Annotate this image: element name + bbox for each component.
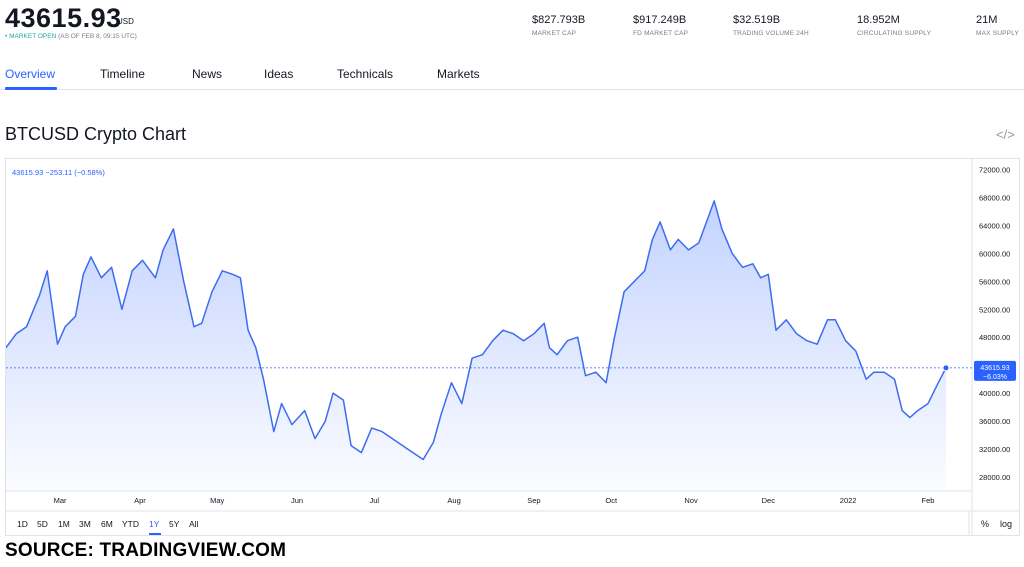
tab-timeline[interactable]: Timeline [100,67,145,81]
stat-label: FD MARKET CAP [633,30,689,37]
x-tick-label: Jun [291,496,303,505]
x-tick-label: Dec [762,496,776,505]
stat-value: $827.793B [532,14,586,26]
y-tick-label: 48000.00 [979,333,1010,342]
price-area-fill [6,200,946,491]
x-tick-label: Sep [527,496,540,505]
stat-label: MAX SUPPLY [976,30,1020,37]
stat-max-supply: 21M MAX SUPPLY [976,14,1019,37]
stat-label: MARKET CAP [532,30,577,37]
stat-fd-market-cap: $917.249B FD MARKET CAP [633,14,688,37]
y-tick-label: 68000.00 [979,193,1010,202]
last-price-dot [942,364,950,372]
symbol-header: 43615.93 USD • MARKET OPEN (AS OF FEB 8,… [0,0,1024,48]
as-of-label: (AS OF FEB 8, 09:15 UTC) [58,33,137,40]
tab-bar: Overview Timeline News Ideas Technicals … [0,60,1024,90]
range-3m[interactable]: 3M [79,519,91,529]
stat-value: $32.519B [733,14,781,26]
stat-label: TRADING VOLUME 24H [733,30,809,37]
x-tick-label: Jul [369,496,379,505]
y-tick-label: 72000.00 [979,165,1010,174]
page-title: BTCUSD Crypto Chart [5,124,187,144]
stat-value: 18.952M [857,14,900,26]
embed-code-icon[interactable]: </> [996,127,1015,142]
x-tick-label: Nov [684,496,698,505]
range-1d[interactable]: 1D [17,519,28,529]
x-tick-label: Mar [54,496,67,505]
range-5y[interactable]: 5Y [169,519,179,529]
range-ytd[interactable]: YTD [122,519,139,529]
percent-scale-toggle[interactable]: % [981,519,989,529]
x-tick-label: 2022 [840,496,857,505]
tab-news[interactable]: News [192,67,222,81]
range-1y[interactable]: 1Y [149,519,159,529]
y-tick-label: 40000.00 [979,389,1010,398]
currency-label: USD [117,17,134,26]
y-tick-label: 52000.00 [979,305,1010,314]
range-selector: 1D 5D 1M 3M 6M YTD 1Y 5Y All [6,511,971,537]
tab-overview[interactable]: Overview [5,67,55,81]
active-range-indicator [149,533,161,535]
tab-markets[interactable]: Markets [437,67,480,81]
y-tick-label: 36000.00 [979,417,1010,426]
stat-trading-volume: $32.519B TRADING VOLUME 24H [733,14,809,37]
x-tick-label: Feb [922,496,935,505]
range-all[interactable]: All [189,519,198,529]
y-tick-label: 64000.00 [979,221,1010,230]
stat-label: CIRCULATING SUPPLY [857,30,932,37]
y-tick-label: 56000.00 [979,277,1010,286]
price-tag-change: −6.03% [983,374,1007,381]
y-tick-label: 60000.00 [979,249,1010,258]
stat-value: $917.249B [633,14,687,26]
chart-legend: 43615.93 −253.11 (−0.58%) [12,168,105,177]
stat-market-cap: $827.793B MARKET CAP [532,14,585,37]
range-6m[interactable]: 6M [101,519,113,529]
market-open-label: • MARKET OPEN [5,33,57,40]
log-scale-toggle[interactable]: log [1000,519,1012,529]
stat-value: 21M [976,14,998,26]
tab-ideas[interactable]: Ideas [264,67,293,81]
y-tick-label: 28000.00 [979,473,1010,482]
tab-technicals[interactable]: Technicals [337,67,393,81]
chart-panel: 72000.00 68000.00 64000.00 60000.00 56000.00… [5,158,1020,536]
market-status: • MARKET OPEN (AS OF FEB 8, 09:15 UTC) [5,33,137,40]
stat-circulating-supply: 18.952M CIRCULATING SUPPLY [857,14,931,37]
last-price: 43615.93 [5,3,122,33]
range-1m[interactable]: 1M [58,519,70,529]
x-tick-label: Aug [447,496,460,505]
price-tag-value: 43615.93 [980,365,1009,372]
x-tick-label: Oct [605,496,618,505]
x-tick-label: May [210,496,224,505]
range-5d[interactable]: 5D [37,519,48,529]
price-chart[interactable]: 72000.00 68000.00 64000.00 60000.00 56000.00… [6,159,1019,535]
y-tick-label: 32000.00 [979,445,1010,454]
active-tab-indicator [5,87,57,90]
source-caption: SOURCE: TRADINGVIEW.COM [5,540,287,561]
x-tick-label: Apr [134,496,146,505]
